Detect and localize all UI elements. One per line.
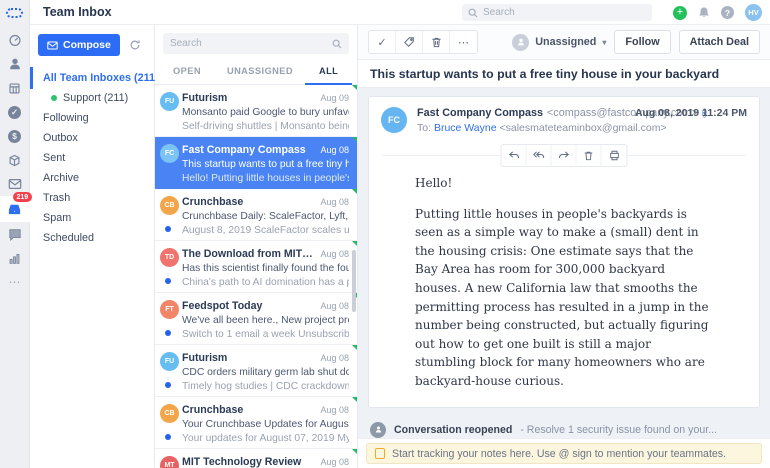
app-rail: ✓ $ 219 ⋯ xyxy=(0,0,33,468)
unread-dot xyxy=(165,278,171,284)
global-search[interactable] xyxy=(462,4,652,21)
notes-footer: Start tracking your notes here. Use @ si… xyxy=(358,438,770,468)
email-list-panel: OPEN UNASSIGNED ALL FU FuturismAug 09 Mo… xyxy=(155,25,358,468)
sidebar-item-archive[interactable]: Archive xyxy=(30,168,154,188)
tag-button[interactable] xyxy=(396,31,423,53)
contacts-icon[interactable] xyxy=(0,52,30,76)
sender-avatar: CB xyxy=(160,196,179,215)
note-icon xyxy=(375,448,385,459)
sidebar-item-support[interactable]: Support (211) xyxy=(30,88,154,108)
inbox-sidebar: Compose All Team Inboxes (211) Support (… xyxy=(30,25,159,468)
forward-icon[interactable] xyxy=(552,145,577,166)
sidebar-item-scheduled[interactable]: Scheduled xyxy=(30,228,154,248)
event-user-avatar xyxy=(370,421,386,438)
assignee-dropdown[interactable]: Unassigned ▾ xyxy=(512,33,607,51)
email-list-item[interactable]: CB Crunchbase Aug 08 Crunchbase Daily: Sc… xyxy=(155,189,357,241)
email-message-card: FC Fast Company Compass <compass@fastcom… xyxy=(368,96,760,408)
folder-list: All Team Inboxes (211) Support (211) Fol… xyxy=(30,67,159,248)
email-list-item[interactable]: FT Feedspot Today Aug 08 We've all been h… xyxy=(155,293,357,345)
more-actions-button[interactable]: ⋯ xyxy=(450,31,477,53)
sidebar-item-all-team-inboxes[interactable]: All Team Inboxes (211) xyxy=(30,67,159,89)
email-list-item-selected[interactable]: FC Fast Company Compass Aug 08 This start… xyxy=(155,137,357,189)
reports-icon[interactable] xyxy=(0,246,30,270)
message-body: Hello! Putting little houses in people's… xyxy=(415,176,709,388)
chevron-down-icon: ▾ xyxy=(602,37,607,47)
event-reopened: Conversation reopened - Resolve 1 securi… xyxy=(370,418,758,438)
top-header: Team Inbox + ? HV xyxy=(30,0,770,25)
email-list-item[interactable]: FU Futurism Aug 08 CDC orders military ge… xyxy=(155,345,357,397)
sidebar-item-trash[interactable]: Trash xyxy=(30,188,154,208)
products-icon[interactable] xyxy=(0,148,30,172)
quick-add-button[interactable]: + xyxy=(673,5,687,20)
unread-dot xyxy=(165,330,171,336)
tab-open[interactable]: OPEN xyxy=(173,58,201,85)
sidebar-item-following[interactable]: Following xyxy=(30,108,154,128)
email-list-item[interactable]: TD The Download from MIT T... Aug 08 Has … xyxy=(155,241,357,293)
delete-message-icon[interactable] xyxy=(577,145,602,166)
compose-envelope-icon xyxy=(47,40,58,50)
sidebar-item-outbox[interactable]: Outbox xyxy=(30,128,154,148)
reply-all-icon[interactable] xyxy=(527,145,552,166)
compose-button[interactable]: Compose xyxy=(38,34,120,56)
inbox-count-badge: 219 xyxy=(12,192,33,202)
notifications-bell-icon[interactable] xyxy=(698,6,710,19)
dashboard-icon[interactable] xyxy=(0,28,30,52)
unread-dot xyxy=(165,226,171,232)
recipient-name-link[interactable]: Bruce Wayne xyxy=(434,122,497,134)
sender-avatar: FU xyxy=(160,352,179,371)
follow-button[interactable]: Follow xyxy=(614,30,671,54)
search-icon xyxy=(332,39,342,49)
sender-avatar: CB xyxy=(160,404,179,423)
notes-placeholder: Start tracking your notes here. Use @ si… xyxy=(392,447,727,460)
chat-icon[interactable] xyxy=(0,222,30,246)
unread-dot xyxy=(165,434,171,440)
message-sender-avatar: FC xyxy=(381,107,407,133)
reply-icon[interactable] xyxy=(502,145,527,166)
attach-deal-button[interactable]: Attach Deal xyxy=(678,30,760,54)
support-status-dot xyxy=(51,95,57,101)
unread-dot xyxy=(165,382,171,388)
conversation-events: Conversation reopened - Resolve 1 securi… xyxy=(370,418,758,438)
team-inbox-icon[interactable]: 219 xyxy=(0,192,33,222)
list-tabs: OPEN UNASSIGNED ALL xyxy=(155,58,357,85)
sidebar-item-sent[interactable]: Sent xyxy=(30,148,154,168)
assignee-avatar-icon xyxy=(512,33,530,51)
notes-input[interactable]: Start tracking your notes here. Use @ si… xyxy=(366,443,762,464)
list-search-input[interactable] xyxy=(170,38,332,49)
conversation-subject: This startup wants to put a free tiny ho… xyxy=(358,60,770,88)
search-icon xyxy=(468,8,478,18)
sender-avatar: MT xyxy=(160,456,179,468)
sender-avatar: FC xyxy=(160,144,179,163)
more-apps-icon[interactable]: ⋯ xyxy=(0,270,30,294)
print-icon[interactable] xyxy=(602,145,627,166)
board-icon[interactable] xyxy=(0,76,30,100)
message-sender-name: Fast Company Compass xyxy=(417,107,543,119)
conversation-toolbar: ✓ ⋯ Unassigned ▾ Follow Attach Deal xyxy=(358,25,770,60)
list-scrollbar[interactable] xyxy=(352,250,356,312)
sidebar-item-spam[interactable]: Spam xyxy=(30,208,154,228)
page-title: Team Inbox xyxy=(43,5,112,19)
email-list-item[interactable]: CB Crunchbase Aug 08 Your Crunchbase Upda… xyxy=(155,397,357,449)
help-icon[interactable]: ? xyxy=(721,6,734,19)
email-list-item[interactable]: FU Futurism Aug 09 Monsanto paid Google t… xyxy=(155,85,357,137)
deals-icon[interactable]: $ xyxy=(0,124,30,148)
list-search[interactable] xyxy=(163,33,349,54)
tab-unassigned[interactable]: UNASSIGNED xyxy=(227,58,293,85)
sender-avatar: TD xyxy=(160,248,179,267)
tasks-icon[interactable]: ✓ xyxy=(0,100,30,124)
tab-all[interactable]: ALL xyxy=(304,58,353,85)
resolve-check-button[interactable]: ✓ xyxy=(369,31,396,53)
message-action-bar xyxy=(369,144,759,168)
delete-button[interactable] xyxy=(423,31,450,53)
message-date: Aug 08, 2019 11:24 PM xyxy=(634,107,747,119)
email-list-item[interactable]: MT MIT Technology Review Aug 08 xyxy=(155,449,357,468)
global-search-input[interactable] xyxy=(483,7,646,18)
conversation-body: FC Fast Company Compass <compass@fastcom… xyxy=(358,88,770,438)
sender-avatar: FT xyxy=(160,300,179,319)
sender-avatar: FU xyxy=(160,92,179,111)
sync-icon[interactable] xyxy=(129,39,141,51)
user-avatar[interactable]: HV xyxy=(745,4,762,21)
salesmate-logo-icon[interactable] xyxy=(6,8,23,18)
conversation-panel: ✓ ⋯ Unassigned ▾ Follow Attach Deal This… xyxy=(358,25,770,468)
